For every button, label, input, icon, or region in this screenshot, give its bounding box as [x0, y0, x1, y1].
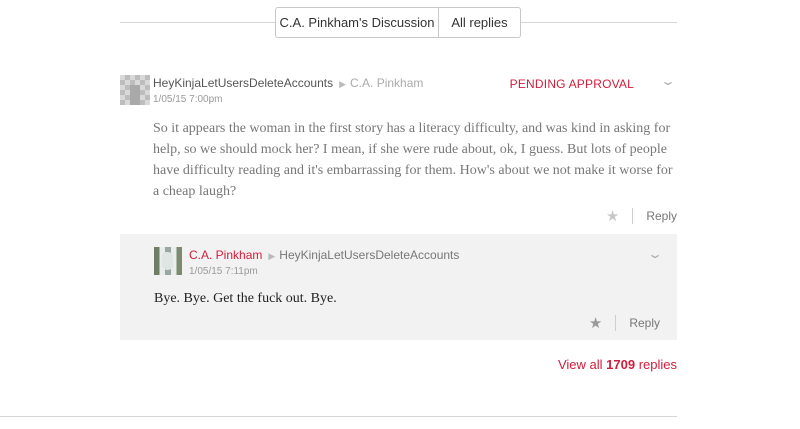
view-all-replies-link[interactable]: View all 1709 replies [558, 357, 677, 372]
comment-timestamp[interactable]: 1/05/15 7:00pm [153, 94, 223, 105]
reply-button[interactable]: Reply [646, 209, 677, 223]
avatar-pixelated[interactable] [120, 75, 150, 105]
tab-author-discussion[interactable]: C.A. Pinkham's Discussion [276, 8, 438, 37]
comment-body: Bye. Bye. Get the fuck out. Bye. [154, 291, 337, 306]
reply-count: 1709 [606, 357, 636, 372]
chevron-down-icon[interactable]: ⌄ [647, 247, 663, 261]
status-badge: PENDING APPROVAL [509, 77, 634, 91]
comment-timestamp[interactable]: 1/05/15 7:11pm [189, 266, 258, 277]
comment-actions: ★ Reply [589, 314, 660, 332]
view-all-prefix: View all [557, 357, 603, 372]
discussion-tabs: C.A. Pinkham's Discussion All replies [275, 7, 521, 38]
comment-reply: C.A. Pinkham ▶ HeyKinjaLetUsersDeleteAccou… [120, 234, 677, 340]
star-icon[interactable]: ★ [606, 207, 619, 225]
comment-header: C.A. Pinkham ▶ HeyKinjaLetUsersDeleteAccou… [189, 248, 459, 262]
author-name[interactable]: HeyKinjaLetUsersDeleteAccounts [153, 76, 333, 90]
comment-actions: ★ Reply [606, 207, 677, 225]
reply-arrow-icon: ▶ [268, 251, 276, 261]
tab-all-replies[interactable]: All replies [438, 8, 520, 37]
bottom-divider [0, 416, 677, 417]
action-divider [632, 208, 634, 224]
avatar[interactable] [154, 247, 182, 275]
comment-header: HeyKinjaLetUsersDeleteAccounts ▶ C.A. Pink… [153, 76, 423, 90]
comment-main: HeyKinjaLetUsersDeleteAccounts ▶ C.A. Pink… [120, 70, 677, 234]
action-divider [615, 315, 617, 331]
author-name[interactable]: C.A. Pinkham [189, 248, 262, 262]
reply-to-name[interactable]: HeyKinjaLetUsersDeleteAccounts [279, 248, 459, 262]
reply-button[interactable]: Reply [629, 316, 660, 330]
view-all-suffix: replies [638, 357, 677, 372]
reply-arrow-icon: ▶ [339, 79, 347, 89]
reply-to-name[interactable]: C.A. Pinkham [350, 76, 423, 90]
chevron-down-icon[interactable]: ⌄ [660, 74, 676, 88]
comment-body: So it appears the woman in the first sto… [153, 121, 673, 199]
star-icon[interactable]: ★ [589, 314, 602, 332]
